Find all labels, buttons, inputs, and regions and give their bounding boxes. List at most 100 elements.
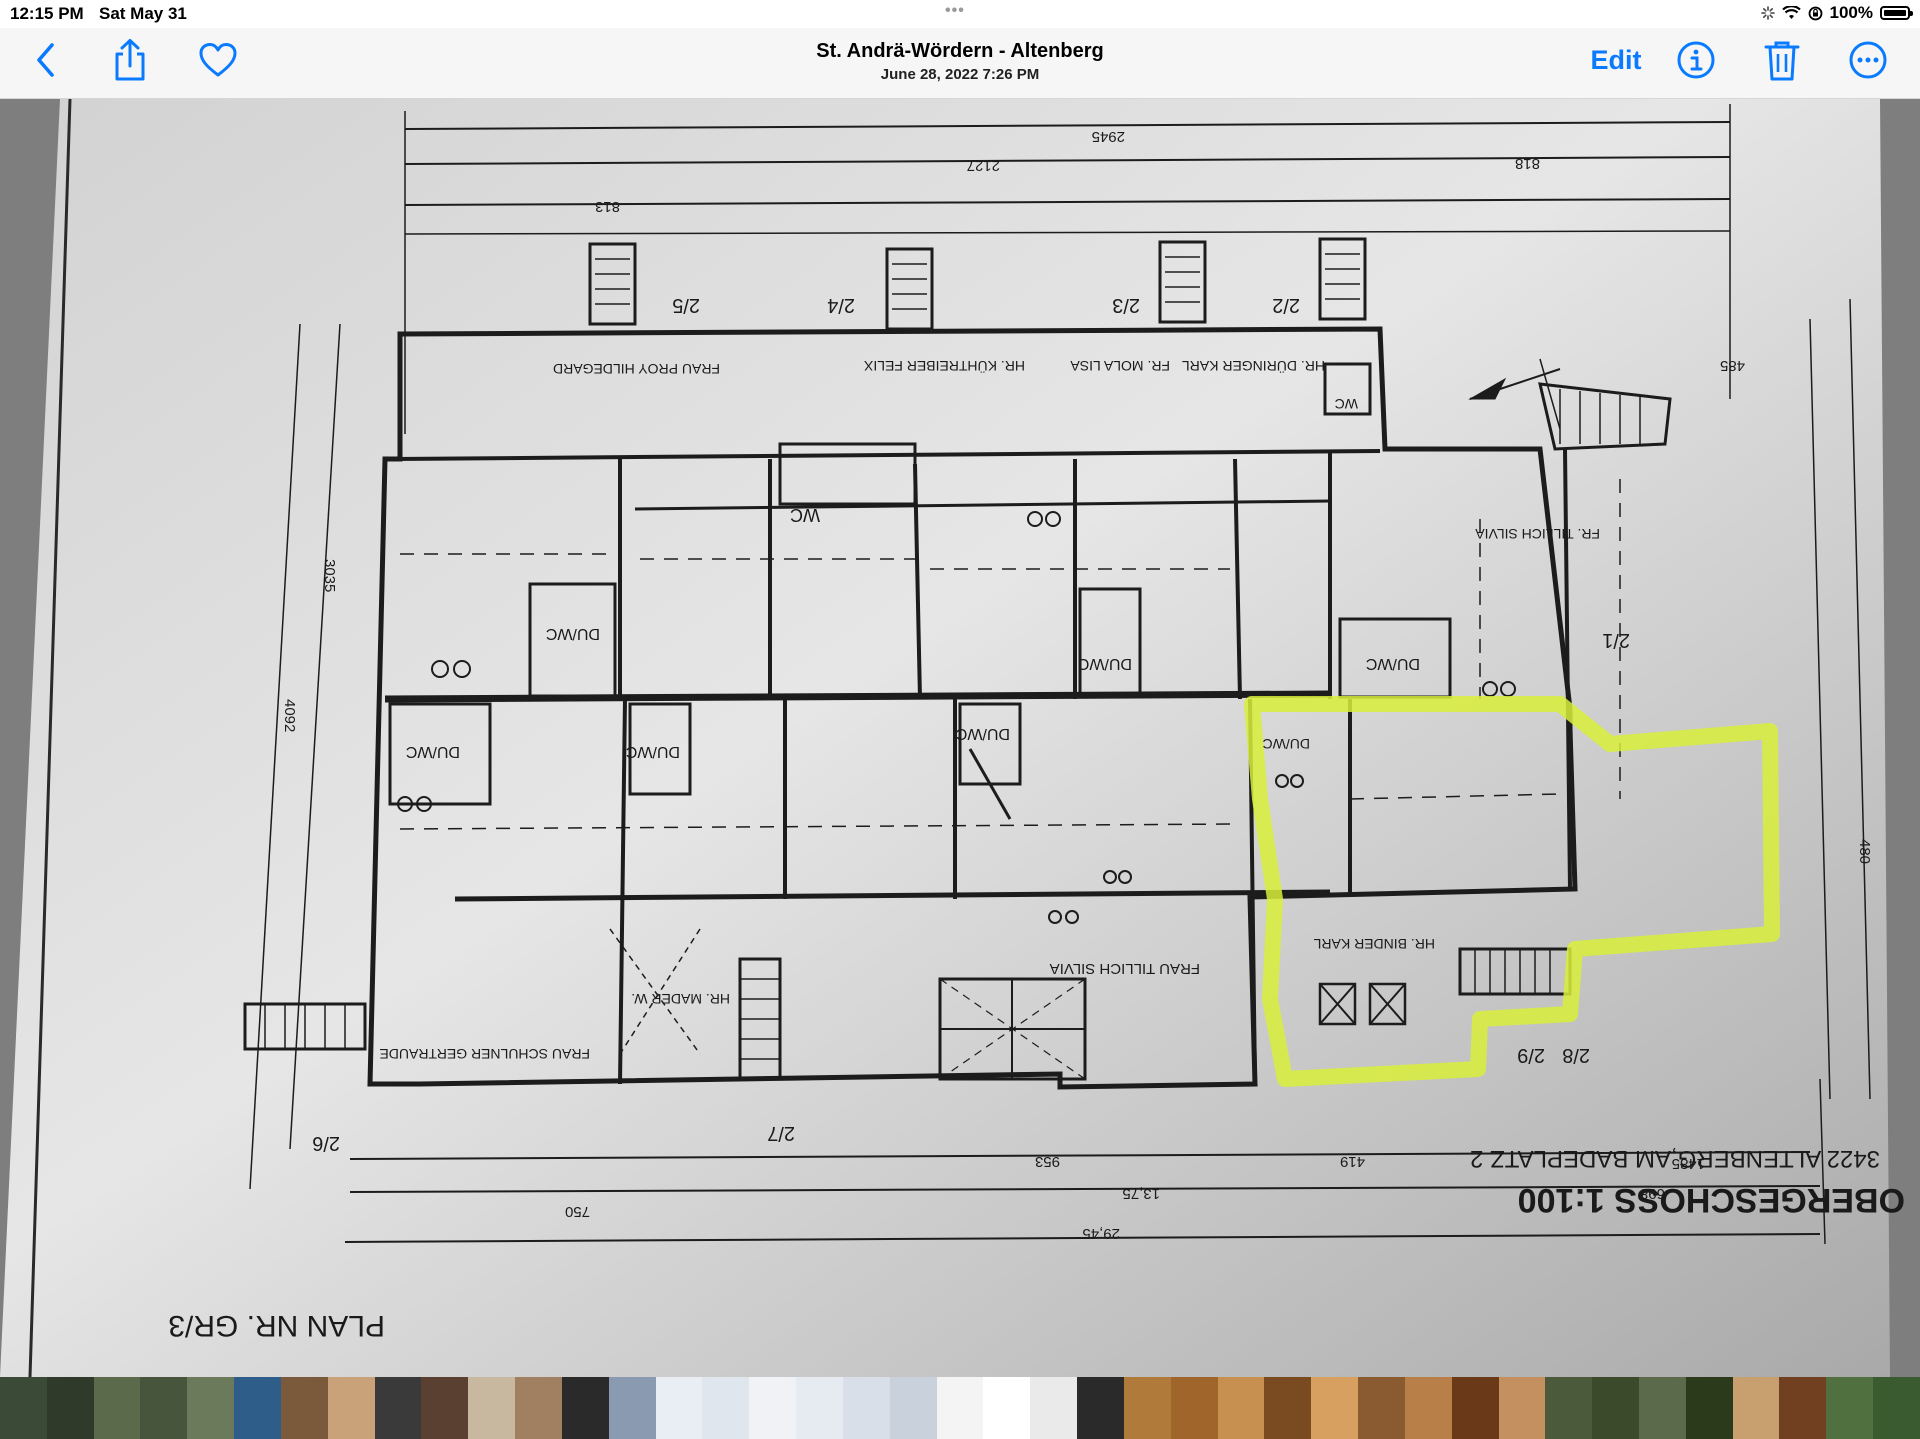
photo-thumbnail[interactable] — [0, 1377, 47, 1439]
photo-thumbnail[interactable] — [936, 1377, 984, 1439]
photo-thumbnail[interactable] — [1077, 1377, 1124, 1439]
room-label: WC — [790, 505, 820, 525]
unit-label: 2/9 — [1517, 1044, 1545, 1066]
photo-thumbnail[interactable] — [1311, 1377, 1359, 1439]
photo-thumbnail[interactable] — [1732, 1377, 1780, 1439]
tenant-label: HR. KÜHTREIBER FELIX — [863, 358, 1025, 375]
room-label: DU/WC — [406, 743, 460, 760]
room-label: DU/WC — [1078, 655, 1132, 672]
info-button[interactable] — [1674, 38, 1718, 82]
dimension-label: 13,75 — [1122, 1185, 1160, 1202]
unit-label: 2/1 — [1602, 629, 1630, 651]
tenant-label: HR. MADER W. — [631, 991, 730, 1007]
photo-thumbnail[interactable] — [1030, 1377, 1078, 1439]
rotation-lock-icon — [1808, 6, 1822, 20]
dimension-label: 3035 — [321, 559, 338, 592]
unit-label: 2/5 — [672, 294, 700, 316]
tenant-label: FR. MOLA LISA — [1070, 358, 1170, 374]
photo-thumbnail[interactable] — [1217, 1377, 1265, 1439]
photo-thumbnail[interactable] — [655, 1377, 703, 1439]
edit-button[interactable]: Edit — [1588, 38, 1644, 82]
photo-thumbnail[interactable] — [561, 1377, 609, 1439]
photo-thumbnail[interactable] — [374, 1377, 422, 1439]
room-label: DU/WC — [956, 725, 1010, 742]
photo-thumbnail[interactable] — [749, 1377, 797, 1439]
photo-thumbnail[interactable] — [608, 1377, 656, 1439]
status-time: 12:15 PM — [10, 4, 84, 23]
dimension-label: 4092 — [281, 699, 298, 732]
photo-thumbnail[interactable] — [234, 1377, 281, 1439]
photo-thumbnail[interactable] — [1545, 1377, 1593, 1439]
photo-thumbnail[interactable] — [702, 1377, 750, 1439]
room-label: DU/WC — [626, 743, 680, 760]
battery-level — [1884, 10, 1906, 16]
dimension-label: 813 — [595, 198, 620, 215]
activity-icon — [1760, 6, 1775, 20]
photo-thumbnail[interactable] — [1123, 1377, 1171, 1439]
wifi-icon — [1781, 6, 1801, 19]
photo-thumbnail[interactable] — [1404, 1377, 1452, 1439]
dimension-label: 698 — [1640, 1185, 1665, 1202]
unit-label: 2/4 — [827, 294, 855, 316]
photo-thumbnail[interactable] — [796, 1377, 843, 1439]
tenant-label: HR. BINDER KARL — [1313, 936, 1435, 952]
photo-thumbnail[interactable] — [1638, 1377, 1686, 1439]
photo-thumbnail[interactable] — [1826, 1377, 1874, 1439]
room-label: DU/WC — [1263, 736, 1310, 752]
photo-thumbnail[interactable] — [1170, 1377, 1218, 1439]
status-bar: 12:15 PM Sat May 31 ••• 100% — [0, 0, 1920, 28]
plan-number: PLAN NR. GR/3 — [168, 1309, 385, 1342]
photo-viewer[interactable]: OBERGESCHOSS 1:100 3422 ALTENBERG,AM BAD… — [0, 99, 1920, 1377]
tenant-label: FR. TILLICH SILVIA — [1475, 526, 1600, 542]
dimension-label: 818 — [1515, 155, 1540, 172]
unit-label: 2/8 — [1562, 1044, 1590, 1066]
photo-thumbnail[interactable] — [842, 1377, 890, 1439]
trash-icon — [1764, 41, 1800, 81]
floor-plan-photo: OBERGESCHOSS 1:100 3422 ALTENBERG,AM BAD… — [0, 99, 1920, 1377]
room-label: WC — [1335, 396, 1358, 412]
ellipsis-circle-icon — [1849, 41, 1887, 79]
photo-thumbnail[interactable] — [1358, 1377, 1405, 1439]
photo-thumbnail[interactable] — [1685, 1377, 1733, 1439]
photo-thumbnail[interactable] — [1873, 1377, 1920, 1439]
status-right-group: 100% — [1760, 3, 1913, 23]
photo-thumbnail[interactable] — [1264, 1377, 1312, 1439]
dimension-label: 2127 — [967, 157, 1000, 174]
photo-thumbnail[interactable] — [1451, 1377, 1499, 1439]
unit-label: 2/7 — [767, 1122, 795, 1144]
dimension-label: 485 — [1720, 357, 1745, 374]
photo-thumbnail[interactable] — [468, 1377, 516, 1439]
dimension-label: 1485 — [1672, 1155, 1705, 1172]
photo-thumbnail[interactable] — [1498, 1377, 1546, 1439]
photo-thumbnail[interactable] — [46, 1377, 94, 1439]
photo-thumbnail[interactable] — [280, 1377, 328, 1439]
thumbnail-strip[interactable] — [0, 1377, 1920, 1439]
delete-button[interactable] — [1762, 38, 1802, 82]
battery-icon — [1880, 6, 1913, 20]
tenant-label: FRAU PROY HILDEGARD — [553, 361, 720, 377]
unit-label: 2/3 — [1112, 294, 1140, 316]
dimension-label: 419 — [1340, 1153, 1365, 1170]
status-date: Sat May 31 — [99, 4, 187, 23]
dimension-label: 750 — [565, 1203, 590, 1220]
more-button[interactable] — [1846, 38, 1890, 82]
dimension-label: 480 — [1856, 839, 1873, 864]
room-label: DU/WC — [546, 625, 600, 642]
dimension-label: 29,45 — [1082, 1225, 1120, 1242]
photo-thumbnail[interactable] — [515, 1377, 562, 1439]
photo-thumbnail[interactable] — [983, 1377, 1031, 1439]
unit-label: 2/2 — [1272, 294, 1300, 316]
photo-thumbnail[interactable] — [1592, 1377, 1639, 1439]
multitasking-dots-icon[interactable]: ••• — [945, 2, 965, 20]
photo-thumbnail[interactable] — [421, 1377, 469, 1439]
info-icon — [1677, 41, 1715, 79]
photo-thumbnail[interactable] — [140, 1377, 188, 1439]
photo-thumbnail[interactable] — [187, 1377, 235, 1439]
plan-title: OBERGESCHOSS 1:100 — [1518, 1181, 1905, 1219]
photo-thumbnail[interactable] — [327, 1377, 375, 1439]
photo-thumbnail[interactable] — [1779, 1377, 1827, 1439]
photo-thumbnail[interactable] — [93, 1377, 141, 1439]
battery-percent: 100% — [1829, 3, 1873, 22]
dimension-label: 953 — [1035, 1153, 1060, 1170]
photo-thumbnail[interactable] — [889, 1377, 937, 1439]
